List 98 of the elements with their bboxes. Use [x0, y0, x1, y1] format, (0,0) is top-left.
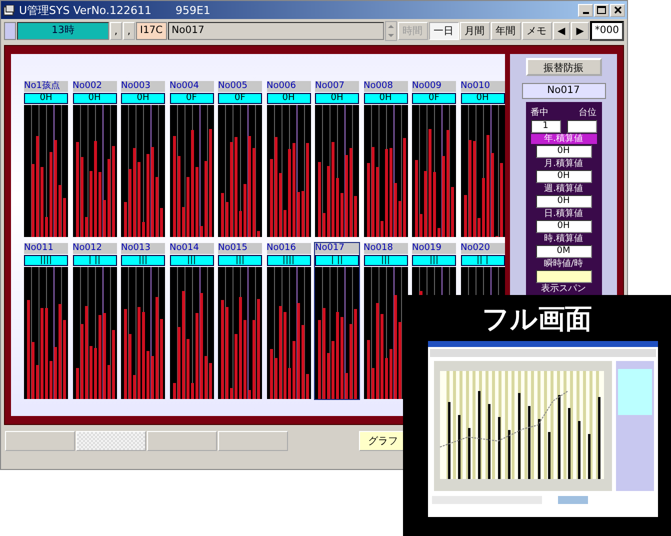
trend-card[interactable]: No014 ||| [168, 242, 214, 400]
window-subtitle: 959E1 [175, 4, 210, 16]
point-label: No019 [412, 243, 456, 254]
toolbar-button[interactable]: ◀ [552, 22, 570, 40]
point-value: ||| [412, 255, 456, 266]
trend-card[interactable]: No013 ||| [120, 242, 166, 400]
point-label: No015 [218, 243, 262, 254]
close-icon [614, 6, 622, 14]
point-label: No018 [364, 243, 408, 254]
point-label: No005 [218, 81, 262, 92]
point-value: |||| [266, 255, 310, 266]
counter-field: *000 [590, 21, 624, 41]
toolbar-button[interactable]: 月間 [460, 22, 490, 40]
point-label: No011 [24, 243, 68, 254]
trend-card[interactable]: No017 | || [314, 242, 360, 400]
point-value: 0H [460, 93, 504, 104]
toolbar-button[interactable]: メモ [522, 22, 552, 40]
point-value: 0H [72, 93, 116, 104]
point-label: No013 [121, 243, 165, 254]
point-value: || | [460, 255, 504, 266]
toolbar-button[interactable]: ▶ [571, 22, 589, 40]
point-label: No016 [266, 243, 310, 254]
span-label: 表示スパン [540, 284, 587, 294]
window-title: U管理SYS VerNo.122611 [19, 2, 152, 18]
point-label: No003 [121, 81, 165, 92]
point-value: 0H [121, 93, 165, 104]
point-label: No006 [266, 81, 310, 92]
point-value: 0H [364, 93, 408, 104]
close-button[interactable] [610, 4, 625, 16]
point-value: 0F [218, 93, 262, 104]
point-value: ||| [170, 255, 214, 266]
trend-card[interactable]: No010 0H [460, 80, 506, 238]
value-field: 0H [536, 170, 592, 183]
point-value: 0H [24, 93, 68, 104]
trend-card[interactable]: No006 0H [266, 80, 312, 238]
trend-card[interactable]: No016 |||| [266, 242, 312, 400]
point-value: 0H [266, 93, 310, 104]
trend-card[interactable]: No018 ||| [362, 242, 408, 400]
trend-card[interactable]: No003 0H [120, 80, 166, 238]
overlay-caption: フル画面 [482, 303, 592, 337]
value-label[interactable]: 日.積算値 [530, 209, 596, 219]
hour-field[interactable]: 13時 [17, 22, 109, 40]
point-label: No009 [412, 81, 456, 92]
app-icon [3, 4, 15, 16]
column-label: 台位 [578, 106, 596, 119]
value-field: 0M [536, 245, 592, 258]
comma-button[interactable]: , [123, 22, 135, 40]
toolbar-button[interactable]: 一日 [428, 22, 458, 40]
value-field: 0H [536, 145, 592, 158]
trend-card[interactable]: No012 | || [72, 242, 118, 400]
point-field[interactable]: No017 [168, 22, 384, 40]
point-value: | || [72, 255, 116, 266]
value-field: 0H [536, 220, 592, 233]
trend-card[interactable]: No015 ||| [217, 242, 263, 400]
trend-card[interactable]: No002 0H [72, 80, 118, 238]
point-label: No010 [460, 81, 504, 92]
up-down-arrows-icon [386, 22, 396, 40]
value-label[interactable]: 時.積算値 [530, 234, 596, 244]
instant-label: 瞬時値/時 [542, 259, 584, 269]
point-label: No007 [315, 81, 359, 92]
code-field: I17C [136, 22, 167, 40]
point-label: No004 [170, 81, 214, 92]
number-field[interactable]: 1 [530, 120, 560, 133]
point-value: 0F [170, 93, 214, 104]
transfer-button[interactable]: 振替防振 [526, 58, 602, 76]
value-label[interactable]: 週.積算値 [530, 184, 596, 194]
point-label: No014 [170, 243, 214, 254]
column-label: 番中 [530, 106, 548, 119]
color-swatch [4, 22, 16, 40]
trend-card[interactable]: No005 0F [217, 80, 263, 238]
maximize-icon [597, 6, 606, 14]
point-value: ||| [364, 255, 408, 266]
comma-button[interactable]: , [110, 22, 122, 40]
point-label: No012 [72, 243, 116, 254]
point-value: ||| [218, 255, 262, 266]
point-value: |||| [24, 255, 68, 266]
point-value: | || [315, 255, 359, 266]
instant-field[interactable] [536, 270, 592, 283]
point-label: No017 [315, 243, 359, 254]
point-name: No017 [522, 83, 606, 99]
trend-card[interactable]: No009 0F [411, 80, 457, 238]
minimize-button[interactable] [578, 4, 593, 16]
point-label: No002 [72, 81, 116, 92]
trend-card[interactable]: No007 0H [314, 80, 360, 238]
value-field: 0H [536, 195, 592, 208]
point-label: No008 [364, 81, 408, 92]
trend-card[interactable]: No008 0H [362, 80, 408, 238]
name-field[interactable] [566, 120, 596, 133]
maximize-button[interactable] [594, 4, 609, 16]
point-label: No020 [460, 243, 504, 254]
trend-card[interactable]: No004 0F [168, 80, 214, 238]
point-value: 0H [315, 93, 359, 104]
point-value: ||| [121, 255, 165, 266]
value-label[interactable]: 年.積算値 [530, 134, 596, 144]
trend-card[interactable]: No011 |||| [23, 242, 69, 400]
point-value: 0F [412, 93, 456, 104]
value-label[interactable]: 月.積算値 [530, 159, 596, 169]
toolbar-button[interactable]: 年間 [490, 22, 520, 40]
